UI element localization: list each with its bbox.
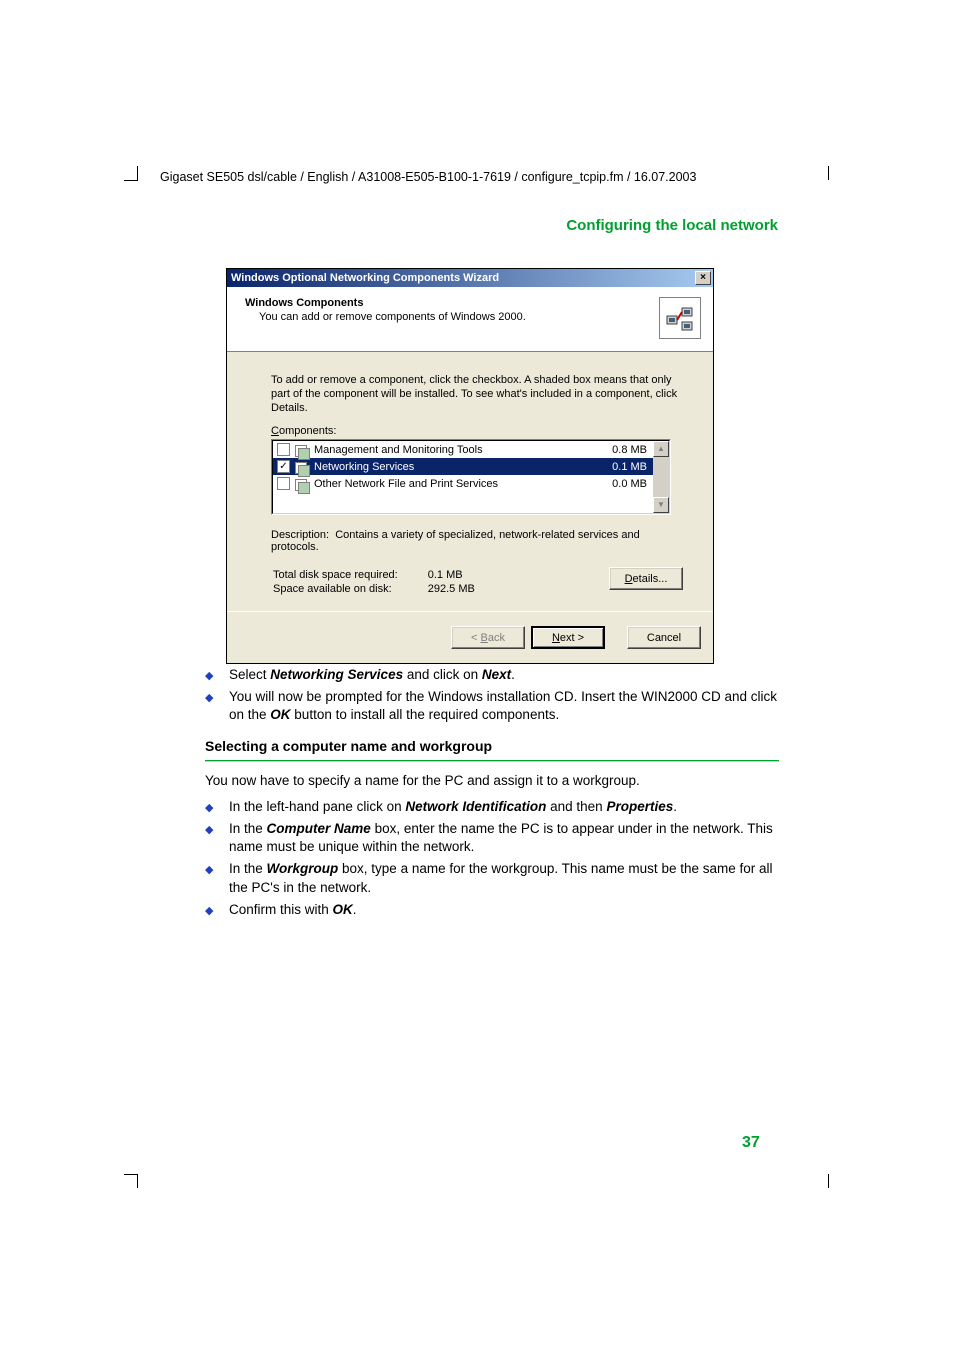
wizard-header: Windows Components You can add or remove… xyxy=(227,287,713,352)
wizard-header-sub: You can add or remove components of Wind… xyxy=(245,309,526,323)
component-size: 0.8 MB xyxy=(612,444,647,456)
paragraph: You now have to specify a name for the P… xyxy=(205,772,779,790)
space-available-label: Space available on disk: xyxy=(273,583,426,595)
titlebar: Windows Optional Networking Components W… xyxy=(227,269,713,287)
bullet-item: ◆ You will now be prompted for the Windo… xyxy=(205,688,779,724)
description-row: Description: Contains a variety of speci… xyxy=(271,529,683,553)
scroll-down-icon[interactable]: ▼ xyxy=(653,497,669,513)
scrollbar[interactable]: ▲ ▼ xyxy=(653,441,669,513)
component-size: 0.0 MB xyxy=(612,478,647,490)
disk-space-table: Total disk space required: 0.1 MB Space … xyxy=(271,567,505,597)
back-button: < Back xyxy=(451,626,525,649)
scroll-up-icon[interactable]: ▲ xyxy=(653,441,669,457)
list-item[interactable]: Management and Monitoring Tools 0.8 MB xyxy=(273,441,669,458)
components-listbox[interactable]: Management and Monitoring Tools 0.8 MB ✓… xyxy=(271,439,671,515)
bullet-item: ◆ In the Computer Name box, enter the na… xyxy=(205,820,779,856)
wizard-intro-text: To add or remove a component, click the … xyxy=(271,374,683,415)
diamond-icon: ◆ xyxy=(205,798,219,816)
green-rule xyxy=(205,760,779,762)
details-button[interactable]: Details... xyxy=(609,567,683,590)
bullet-item: ◆ Confirm this with OK. xyxy=(205,901,779,919)
window-title: Windows Optional Networking Components W… xyxy=(231,269,499,287)
component-label: Other Network File and Print Services xyxy=(314,478,498,490)
checkbox-icon[interactable]: ✓ xyxy=(277,460,290,473)
component-size: 0.1 MB xyxy=(612,461,647,473)
next-button[interactable]: Next > xyxy=(531,626,605,649)
bullet-item: ◆ In the left-hand pane click on Network… xyxy=(205,798,779,816)
diamond-icon: ◆ xyxy=(205,688,219,724)
component-label: Management and Monitoring Tools xyxy=(314,444,483,456)
bullet-list: ◆ In the left-hand pane click on Network… xyxy=(205,798,779,919)
diamond-icon: ◆ xyxy=(205,820,219,856)
diamond-icon: ◆ xyxy=(205,860,219,896)
subheading: Selecting a computer name and workgroup xyxy=(205,737,779,756)
document-body: ◆ Select Networking Services and click o… xyxy=(205,666,779,931)
diamond-icon: ◆ xyxy=(205,901,219,919)
checkbox-icon[interactable] xyxy=(277,443,290,456)
space-required-value: 0.1 MB xyxy=(428,569,503,581)
wizard-icon xyxy=(659,297,701,339)
description-label: Description: xyxy=(271,529,329,541)
diamond-icon: ◆ xyxy=(205,666,219,684)
space-available-value: 292.5 MB xyxy=(428,583,503,595)
space-required-label: Total disk space required: xyxy=(273,569,426,581)
bullet-list: ◆ Select Networking Services and click o… xyxy=(205,666,779,725)
page-number: 37 xyxy=(742,1134,760,1152)
wizard-dialog: Windows Optional Networking Components W… xyxy=(226,268,714,664)
component-icon xyxy=(294,459,310,475)
close-icon[interactable]: × xyxy=(695,271,711,285)
section-title: Configuring the local network xyxy=(188,217,778,234)
component-icon xyxy=(294,476,310,492)
doc-header-line: Gigaset SE505 dsl/cable / English / A310… xyxy=(160,170,820,184)
checkbox-icon[interactable] xyxy=(277,477,290,490)
list-item[interactable]: Other Network File and Print Services 0.… xyxy=(273,475,669,492)
component-icon xyxy=(294,442,310,458)
wizard-header-title: Windows Components xyxy=(245,297,363,309)
list-item[interactable]: ✓ Networking Services 0.1 MB xyxy=(273,458,669,475)
component-label: Networking Services xyxy=(314,461,414,473)
cancel-button[interactable]: Cancel xyxy=(627,626,701,649)
components-label: Components: xyxy=(271,425,683,437)
wizard-footer: < Back Next > Cancel xyxy=(227,611,713,663)
bullet-item: ◆ Select Networking Services and click o… xyxy=(205,666,779,684)
bullet-item: ◆ In the Workgroup box, type a name for … xyxy=(205,860,779,896)
wizard-body: To add or remove a component, click the … xyxy=(227,352,713,611)
